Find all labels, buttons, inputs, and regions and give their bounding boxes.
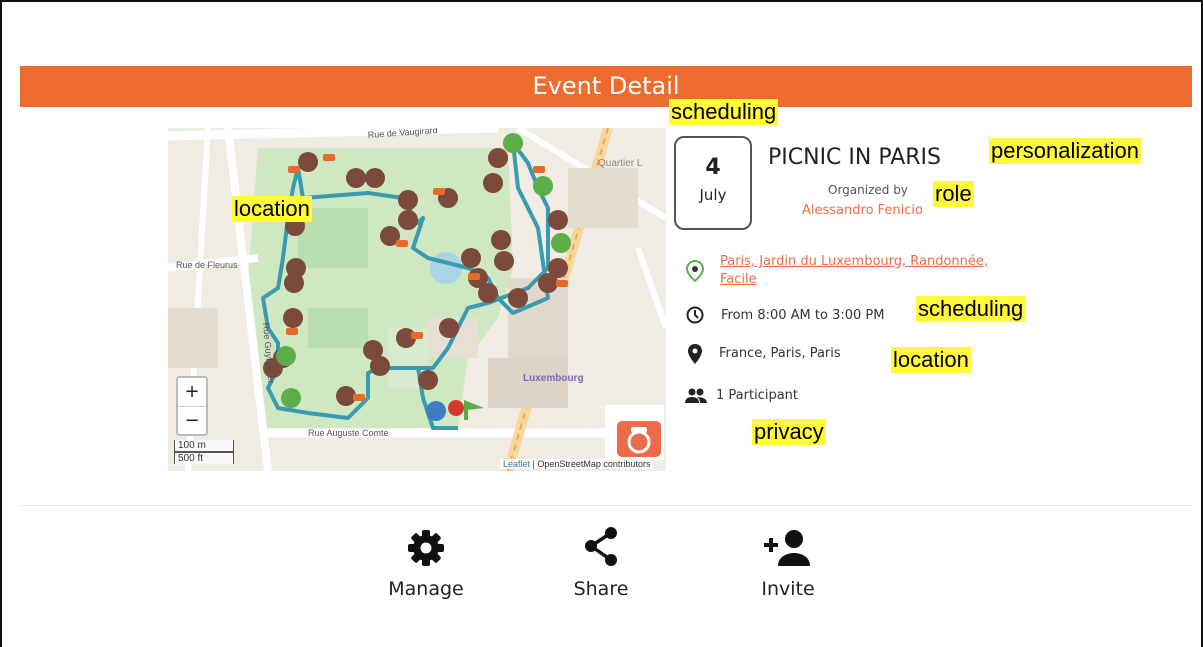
map-attribution: Leaflet | OpenStreetMap contributors [500, 459, 654, 469]
annotation-location-info: location [891, 347, 971, 373]
organized-by-label: Organized by [828, 183, 908, 197]
street-label-quartier: Quartier L [598, 158, 643, 169]
event-date-card: 4 July [674, 136, 752, 230]
annotation-personalization: personalization [989, 138, 1141, 164]
share-icon [585, 527, 617, 566]
annotation-location-map: location [232, 196, 312, 222]
page-header: Event Detail [20, 66, 1192, 107]
leaflet-link[interactable]: Leaflet [503, 459, 530, 469]
scale-metric: 100 m [174, 440, 234, 452]
scale-imperial: 500 ft [174, 452, 234, 464]
manage-button[interactable]: Manage [380, 528, 472, 600]
page-title: Event Detail [532, 72, 680, 100]
clock-icon [686, 306, 704, 324]
annotation-role: role [933, 181, 974, 207]
event-place: France, Paris, Paris [719, 346, 841, 361]
annotation-scheduling-top: scheduling [669, 99, 779, 125]
event-time: From 8:00 AM to 3:00 PM [721, 308, 885, 323]
map-tiles: Rue de Vaugirard Rue de Fleurus Rue Guyn… [168, 128, 666, 471]
participants-icon [685, 388, 707, 403]
route-marker-icon [686, 260, 704, 282]
event-day: 4 [705, 155, 721, 180]
annotation-privacy: privacy [752, 419, 826, 445]
street-label-fleurus: Rue de Fleurus [176, 260, 238, 270]
share-button[interactable]: Share [560, 525, 642, 600]
zoom-out-button[interactable]: − [178, 406, 206, 435]
attribution-text: | OpenStreetMap contributors [532, 459, 651, 469]
invite-button[interactable]: Invite [748, 528, 828, 600]
event-participants: 1 Participant [716, 388, 798, 403]
add-person-icon [764, 530, 810, 566]
manage-label: Manage [388, 578, 464, 600]
camera-icon [627, 427, 651, 454]
section-divider [20, 505, 1192, 506]
map-zoom-control: + − [176, 376, 208, 436]
annotation-scheduling-time: scheduling [916, 296, 1026, 322]
share-label: Share [573, 578, 629, 600]
map-scale: 100 m 500 ft [174, 440, 234, 464]
street-label-auguste-comte: Rue Auguste Comte [308, 428, 389, 438]
event-map[interactable]: Rue de Vaugirard Rue de Fleurus Rue Guyn… [168, 128, 666, 471]
street-label-luxembourg: Luxembourg [523, 373, 584, 384]
zoom-in-button[interactable]: + [178, 378, 206, 406]
gear-icon [408, 530, 444, 566]
invite-label: Invite [761, 578, 815, 600]
event-title: PICNIC IN PARIS [768, 145, 942, 170]
organizer-name[interactable]: Alessandro Fenicio [802, 203, 923, 218]
event-month: July [699, 186, 727, 204]
location-pin-icon [688, 344, 702, 364]
camera-button[interactable] [617, 421, 661, 457]
route-link[interactable]: Paris, Jardin du Luxembourg, Randonnée, … [720, 253, 1010, 289]
